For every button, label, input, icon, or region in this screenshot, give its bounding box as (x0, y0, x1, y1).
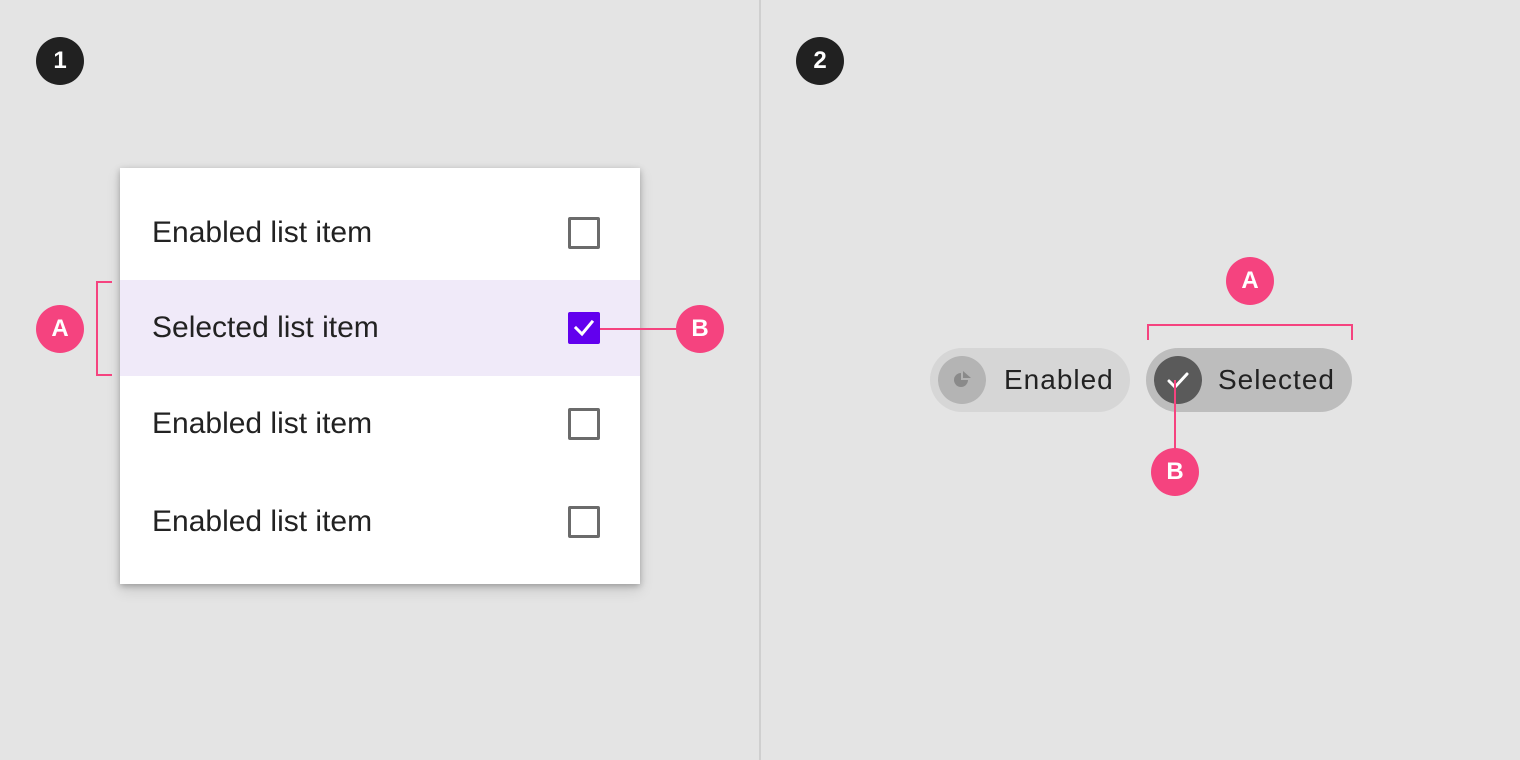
list-item-label: Enabled list item (152, 407, 373, 440)
annotation-bracket-bottom (96, 374, 112, 376)
annotation-bracket (96, 281, 98, 376)
annotation-bracket-left (1147, 324, 1149, 340)
check-icon (1167, 372, 1189, 389)
annotation-bracket (1147, 324, 1353, 326)
list-item-label: Selected list item (152, 311, 379, 344)
list-menu: Enabled list item Selected list item Ena… (120, 168, 640, 584)
annotation-bracket-top (96, 281, 112, 283)
chip-label: Enabled (1004, 364, 1114, 395)
list-item[interactable]: Enabled list item (120, 185, 640, 281)
check-icon (573, 319, 595, 337)
checkbox-checked[interactable] (568, 312, 600, 344)
chip-enabled[interactable]: Enabled (930, 348, 1130, 412)
chip-avatar (938, 356, 986, 404)
list-item-label: Enabled list item (152, 216, 373, 249)
list-item-selected[interactable]: Selected list item (120, 280, 640, 376)
list-item[interactable]: Enabled list item (120, 376, 640, 472)
list-item-label: Enabled list item (152, 505, 373, 538)
annotation-line (1174, 380, 1176, 452)
annotation-b: B (1151, 448, 1199, 496)
list-item[interactable]: Enabled list item (120, 474, 640, 570)
step-badge-2: 2 (796, 37, 844, 85)
checkbox[interactable] (568, 217, 600, 249)
panel-chip-example: 2 A Enabled Selected B (761, 0, 1520, 760)
chip-label: Selected (1218, 364, 1335, 395)
panel-list-example: 1 Enabled list item Selected list item E… (0, 0, 760, 760)
checkbox[interactable] (568, 506, 600, 538)
chip-avatar (1154, 356, 1202, 404)
step-badge-1: 1 (36, 37, 84, 85)
annotation-line (600, 328, 680, 330)
annotation-a: A (36, 305, 84, 353)
annotation-a: A (1226, 257, 1274, 305)
checkbox[interactable] (568, 408, 600, 440)
annotation-b: B (676, 305, 724, 353)
chip-selected[interactable]: Selected (1146, 348, 1352, 412)
annotation-bracket-right (1351, 324, 1353, 340)
pie-chart-icon (954, 371, 971, 387)
